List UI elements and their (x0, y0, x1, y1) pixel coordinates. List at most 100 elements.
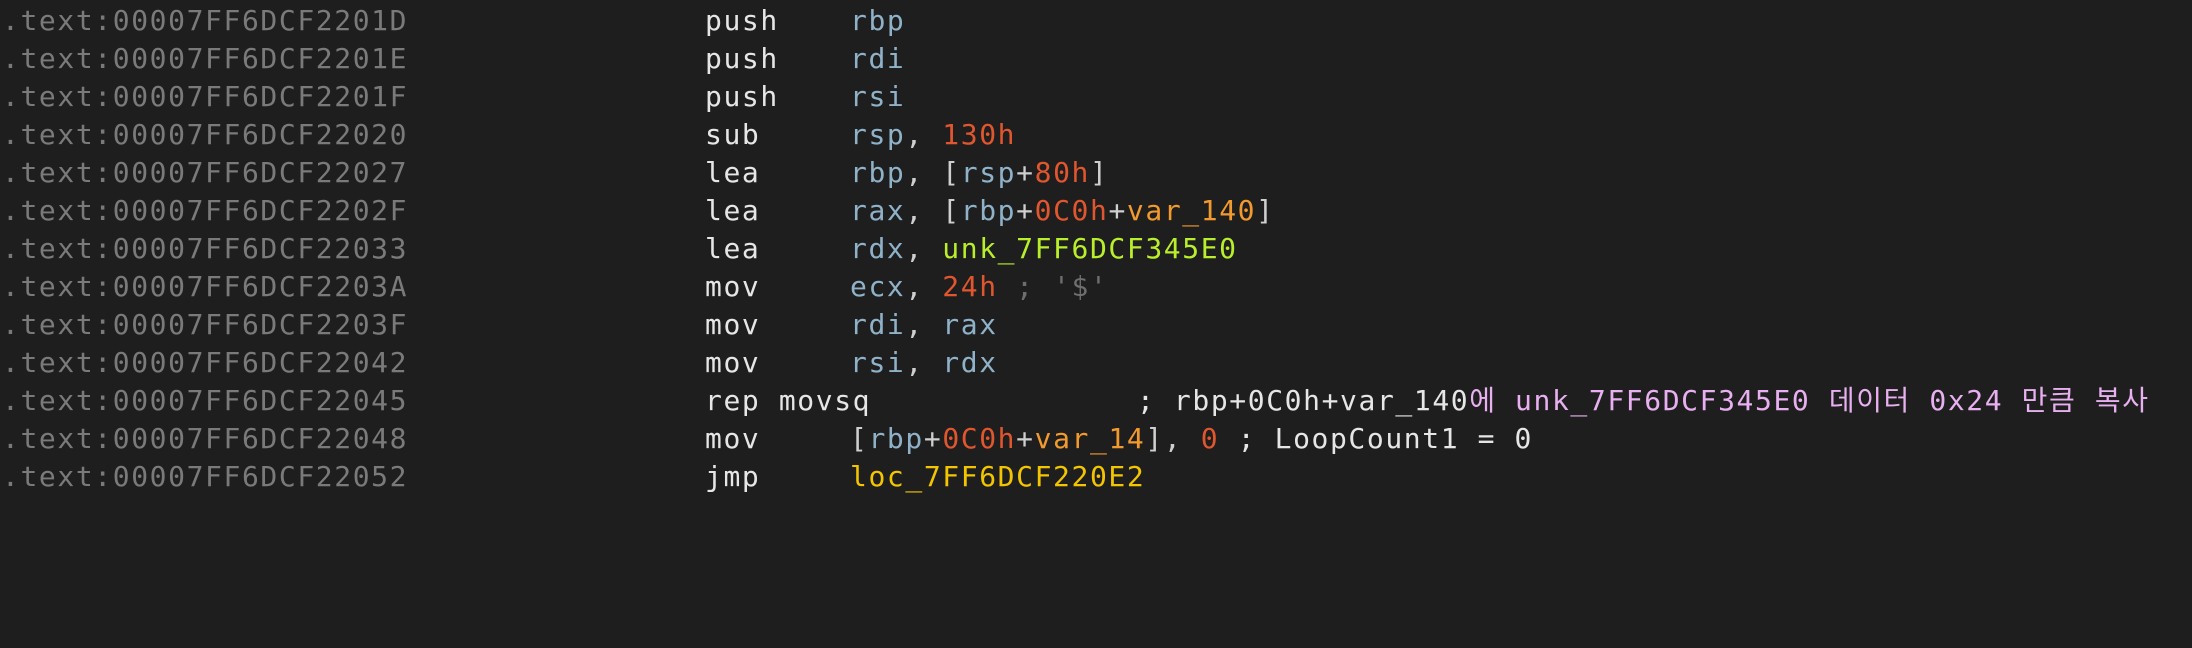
line-address[interactable]: .text:00007FF6DCF2203A (2, 268, 408, 306)
asm-line[interactable]: .text:00007FF6DCF22042 mov rsi, rdx (0, 344, 2192, 382)
instruction-operands[interactable]: rdx, unk_7FF6DCF345E0 (850, 230, 1238, 268)
jump-target-label[interactable]: loc_7FF6DCF220E2 (850, 460, 1145, 493)
asm-line[interactable]: .text:00007FF6DCF22020 sub rsp, 130h (0, 116, 2192, 154)
instruction-mnemonic[interactable]: mov (705, 268, 760, 306)
operand-separator: , (905, 194, 943, 227)
instruction-operands[interactable]: rdi (850, 40, 905, 78)
instruction-operands[interactable]: rsi, rdx (850, 344, 998, 382)
register-operand[interactable]: rdi (850, 308, 905, 341)
asm-line[interactable]: .text:00007FF6DCF2201E push rdi (0, 40, 2192, 78)
instruction-mnemonic[interactable]: lea (705, 230, 760, 268)
operand-separator: , (905, 308, 943, 341)
line-comment[interactable]: ; rbp+0C0h+var_140에 unk_7FF6DCF345E0 데이터… (1137, 382, 2150, 420)
asm-line[interactable]: .text:00007FF6DCF22033 lea rdx, unk_7FF6… (0, 230, 2192, 268)
stack-variable[interactable]: var_140 (1127, 194, 1256, 227)
immediate-value[interactable]: 130h (942, 118, 1016, 151)
register-operand[interactable]: rsi (850, 346, 905, 379)
instruction-mnemonic[interactable]: lea (705, 192, 760, 230)
operand-separator: , (905, 232, 943, 265)
line-address[interactable]: .text:00007FF6DCF22048 (2, 420, 408, 458)
register-operand[interactable]: rax (850, 194, 905, 227)
user-comment-text: ; LoopCount1 = 0 (1219, 422, 1534, 455)
line-address[interactable]: .text:00007FF6DCF22027 (2, 154, 408, 192)
immediate-value[interactable]: 24h (942, 270, 997, 303)
operand-separator: , (905, 270, 943, 303)
register-operand[interactable]: rsp (850, 118, 905, 151)
instruction-mnemonic[interactable]: lea (705, 154, 760, 192)
instruction-mnemonic[interactable]: push (705, 2, 779, 40)
instruction-mnemonic[interactable]: rep movsq (705, 382, 871, 420)
instruction-operands[interactable]: loc_7FF6DCF220E2 (850, 458, 1145, 496)
asm-line[interactable]: .text:00007FF6DCF2201F push rsi (0, 78, 2192, 116)
base-register[interactable]: rsp (961, 156, 1016, 189)
instruction-operands[interactable]: rdi, rax (850, 306, 998, 344)
operand-separator: , (1163, 422, 1201, 455)
immediate-value[interactable]: 0C0h (942, 422, 1016, 455)
asm-line[interactable]: .text:00007FF6DCF22048 mov [rbp+0C0h+var… (0, 420, 2192, 458)
operand-separator: , (905, 118, 943, 151)
line-address[interactable]: .text:00007FF6DCF22033 (2, 230, 408, 268)
register-operand[interactable]: rbp (850, 156, 905, 189)
operand-separator: , (905, 156, 943, 189)
immediate-value[interactable]: 0C0h (1035, 194, 1109, 227)
memory-bracket-close: ] (1089, 156, 1109, 189)
line-address[interactable]: .text:00007FF6DCF22045 (2, 382, 408, 420)
line-address[interactable]: .text:00007FF6DCF2201D (2, 2, 408, 40)
line-address[interactable]: .text:00007FF6DCF2201F (2, 78, 408, 116)
plus-sign: + (1016, 156, 1035, 189)
asm-line[interactable]: .text:00007FF6DCF2203A mov ecx, 24h ; '$… (0, 268, 2192, 306)
register-operand[interactable]: ecx (850, 270, 905, 303)
instruction-operands[interactable]: rbp, [rsp+80h] (850, 154, 1108, 192)
register-operand[interactable]: rax (942, 308, 997, 341)
instruction-mnemonic[interactable]: push (705, 78, 779, 116)
symbol-reference[interactable]: unk_7FF6DCF345E0 (942, 232, 1237, 265)
asm-line[interactable]: .text:00007FF6DCF2203F mov rdi, rax (0, 306, 2192, 344)
plus-sign: + (1108, 194, 1127, 227)
line-address[interactable]: .text:00007FF6DCF22020 (2, 116, 408, 154)
immediate-value[interactable]: 0 (1201, 422, 1219, 455)
auto-comment: ; '$' (997, 270, 1109, 303)
instruction-operands[interactable]: rsi (850, 78, 905, 116)
instruction-operands[interactable]: ecx, 24h ; '$' (850, 268, 1108, 306)
instruction-operands[interactable]: [rbp+0C0h+var_14], 0 ; LoopCount1 = 0 (850, 420, 1533, 458)
stack-variable[interactable]: var_14 (1035, 422, 1146, 455)
register-operand[interactable]: rdi (850, 42, 905, 75)
instruction-mnemonic[interactable]: jmp (705, 458, 760, 496)
asm-line[interactable]: .text:00007FF6DCF2201D push rbp (0, 2, 2192, 40)
line-address[interactable]: .text:00007FF6DCF2201E (2, 40, 408, 78)
asm-line[interactable]: .text:00007FF6DCF22045 rep movsq ; rbp+0… (0, 382, 2192, 420)
operand-separator: , (905, 346, 943, 379)
user-comment-text: 에 unk_7FF6DCF345E0 데이터 0x24 만큼 복사 (1469, 384, 2150, 417)
register-operand[interactable]: rsi (850, 80, 905, 113)
line-address[interactable]: .text:00007FF6DCF22052 (2, 458, 408, 496)
plus-sign: + (923, 422, 943, 455)
line-address[interactable]: .text:00007FF6DCF2202F (2, 192, 408, 230)
base-register[interactable]: rbp (868, 422, 923, 455)
plus-sign: + (1016, 194, 1035, 227)
memory-bracket-open: [ (850, 422, 869, 455)
base-register[interactable]: rbp (961, 194, 1016, 227)
register-operand[interactable]: rdx (942, 346, 997, 379)
instruction-mnemonic[interactable]: sub (705, 116, 760, 154)
asm-line[interactable]: .text:00007FF6DCF2202F lea rax, [rbp+0C0… (0, 192, 2192, 230)
instruction-operands[interactable]: rsp, 130h (850, 116, 1016, 154)
register-operand[interactable]: rdx (850, 232, 905, 265)
line-address[interactable]: .text:00007FF6DCF2203F (2, 306, 408, 344)
instruction-operands[interactable]: rax, [rbp+0C0h+var_140] (850, 192, 1275, 230)
line-address[interactable]: .text:00007FF6DCF22042 (2, 344, 408, 382)
asm-line[interactable]: .text:00007FF6DCF22027 lea rbp, [rsp+80h… (0, 154, 2192, 192)
immediate-value[interactable]: 80h (1035, 156, 1090, 189)
instruction-mnemonic[interactable]: mov (705, 344, 760, 382)
register-operand[interactable]: rbp (850, 4, 905, 37)
memory-bracket-close: ] (1145, 422, 1164, 455)
comment-text: ; rbp+0C0h+var_140 (1137, 384, 1470, 417)
instruction-mnemonic[interactable]: mov (705, 306, 760, 344)
memory-bracket-open: [ (942, 194, 961, 227)
memory-bracket-open: [ (942, 156, 961, 189)
instruction-mnemonic[interactable]: mov (705, 420, 760, 458)
plus-sign: + (1016, 422, 1035, 455)
instruction-operands[interactable]: rbp (850, 2, 905, 40)
asm-line[interactable]: .text:00007FF6DCF22052 jmp loc_7FF6DCF22… (0, 458, 2192, 496)
instruction-mnemonic[interactable]: push (705, 40, 779, 78)
memory-bracket-close: ] (1256, 194, 1275, 227)
